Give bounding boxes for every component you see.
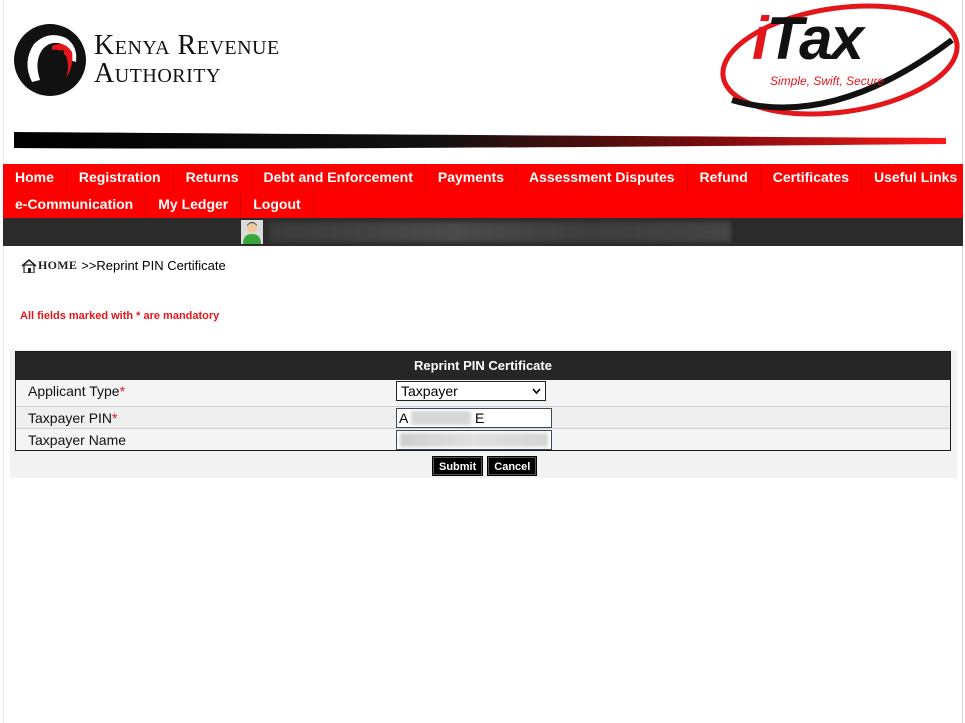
- reprint-pin-form: Reprint PIN Certificate Applicant Type* …: [15, 351, 951, 451]
- nav-row-2: e-Communication My Ledger Logout: [3, 191, 314, 218]
- taxpayer-name-input[interactable]: [396, 430, 552, 450]
- kra-name-line2: Authority: [94, 58, 221, 89]
- kra-name: Kenya Revenue Authority: [94, 32, 280, 88]
- nav-logout[interactable]: Logout: [241, 191, 314, 218]
- breadcrumb: HOME >>Reprint PIN Certificate: [21, 258, 226, 273]
- site-header: Kenya Revenue Authority iTax Simple, Swi…: [0, 0, 965, 160]
- itax-brand-word: Tax: [766, 5, 864, 72]
- nav-useful-links[interactable]: Useful Links: [862, 164, 965, 191]
- applicant-type-field: Taxpayer: [396, 381, 546, 401]
- breadcrumb-home[interactable]: HOME: [38, 258, 77, 273]
- itax-tagline: Simple, Swift, Secure: [770, 74, 885, 88]
- itax-brand-i: i: [752, 5, 769, 72]
- nav-refund[interactable]: Refund: [688, 164, 761, 191]
- nav-row-1: Home Registration Returns Debt and Enfor…: [3, 164, 965, 191]
- nav-registration[interactable]: Registration: [67, 164, 174, 191]
- nav-assessment-disputes[interactable]: Assessment Disputes: [517, 164, 688, 191]
- name-redacted: [400, 433, 548, 447]
- mandatory-note: All fields marked with * are mandatory: [20, 310, 220, 322]
- nav-payments[interactable]: Payments: [426, 164, 518, 191]
- home-icon[interactable]: [21, 258, 37, 273]
- itax-brand: iTax: [752, 4, 864, 73]
- user-avatar-icon: [241, 220, 263, 244]
- nav-my-ledger[interactable]: My Ledger: [146, 191, 242, 218]
- user-bar: [3, 218, 963, 246]
- nav-certificates[interactable]: Certificates: [761, 164, 863, 191]
- taxpayer-pin-label-text: Taxpayer PIN: [28, 410, 113, 426]
- applicant-type-label: Applicant Type*: [28, 380, 125, 402]
- applicant-type-value: Taxpayer: [401, 383, 458, 399]
- taxpayer-pin-row: Taxpayer PIN* A E: [16, 406, 950, 428]
- main-nav: Home Registration Returns Debt and Enfor…: [3, 164, 963, 218]
- cancel-button[interactable]: Cancel: [487, 456, 538, 476]
- nav-e-communication[interactable]: e-Communication: [3, 191, 147, 218]
- pin-first-char: A: [399, 410, 409, 426]
- kra-name-line1: Kenya Revenue: [94, 30, 280, 61]
- kra-lion-logo-icon: [14, 24, 86, 96]
- pin-redacted: [411, 411, 471, 425]
- taxpayer-name-label: Taxpayer Name: [28, 432, 127, 448]
- taxpayer-name-row: Taxpayer Name: [16, 428, 950, 450]
- applicant-type-row: Applicant Type* Taxpayer: [16, 380, 950, 402]
- taxpayer-pin-field: A E: [396, 408, 552, 428]
- breadcrumb-current: >>Reprint PIN Certificate: [81, 258, 226, 273]
- form-actions: Submit Cancel: [432, 456, 538, 476]
- taxpayer-name-field: [396, 430, 552, 450]
- nav-home[interactable]: Home: [3, 164, 67, 191]
- applicant-type-select[interactable]: Taxpayer: [396, 381, 546, 401]
- user-info-redacted: [269, 222, 731, 242]
- nav-debt-enforcement[interactable]: Debt and Enforcement: [252, 164, 426, 191]
- taxpayer-pin-label: Taxpayer PIN*: [28, 407, 118, 429]
- applicant-type-label-text: Applicant Type: [28, 383, 120, 399]
- taxpayer-pin-input[interactable]: A E: [396, 408, 552, 428]
- form-title: Reprint PIN Certificate: [16, 352, 950, 380]
- pin-last-char: E: [475, 410, 485, 426]
- submit-button[interactable]: Submit: [432, 456, 484, 476]
- header-swoosh: [14, 132, 946, 149]
- chevron-down-icon: [532, 388, 541, 395]
- required-mark: *: [112, 410, 118, 426]
- required-mark: *: [119, 383, 126, 399]
- nav-returns[interactable]: Returns: [174, 164, 252, 191]
